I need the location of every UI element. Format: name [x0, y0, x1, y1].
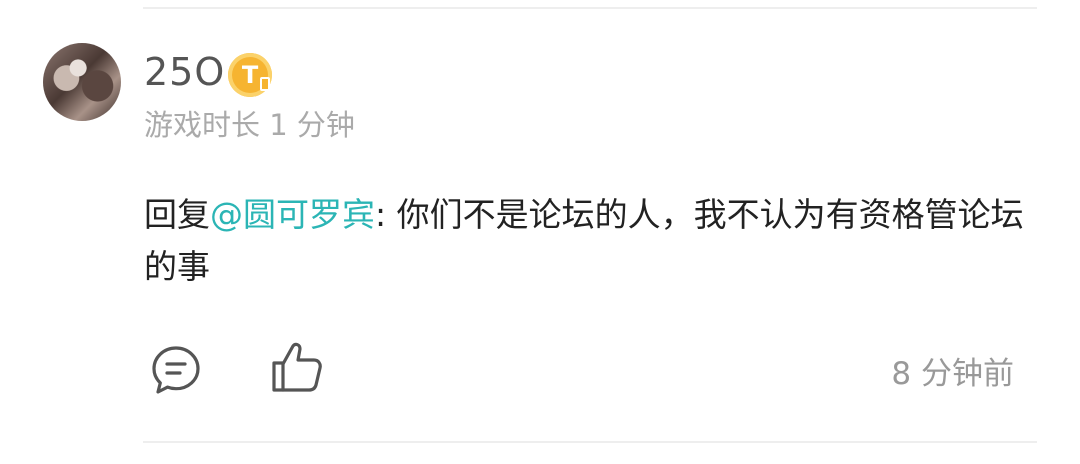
mention-link[interactable]: @圆可罗宾 — [210, 195, 375, 234]
playtime-label: 游戏时长 1 分钟 — [144, 108, 355, 142]
reply-prefix: 回复 — [144, 195, 210, 234]
avatar[interactable] — [43, 43, 121, 121]
bottom-divider — [143, 441, 1037, 443]
comment-bubble-icon[interactable] — [150, 344, 202, 396]
comment-text: 回复@圆可罗宾: 你们不是论坛的人，我不认为有资格管论坛的事 — [144, 189, 1034, 293]
badge-letter: T — [241, 61, 259, 89]
top-divider — [143, 7, 1037, 9]
thumbs-up-icon[interactable] — [270, 340, 324, 394]
timestamp: 8 分钟前 — [891, 356, 1014, 392]
level-badge-icon: T — [228, 53, 272, 97]
username[interactable]: 25O — [144, 48, 225, 96]
